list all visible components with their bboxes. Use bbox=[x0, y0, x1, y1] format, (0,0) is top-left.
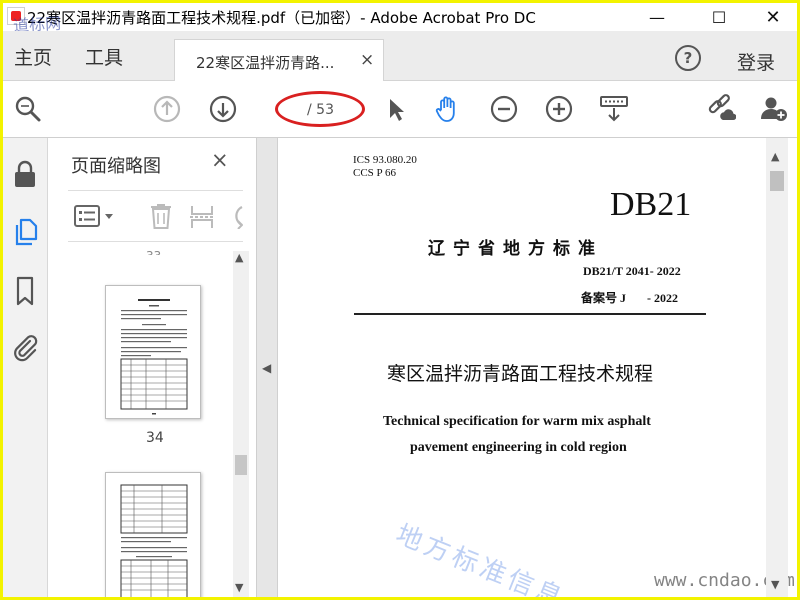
ics-code: ICS 93.080.20 bbox=[353, 154, 417, 166]
thumbnail-page-label: 34 bbox=[146, 430, 164, 446]
thumbnails-scrollbar-thumb[interactable] bbox=[235, 455, 247, 475]
attachment-icon[interactable] bbox=[10, 333, 40, 365]
extract-page-icon[interactable] bbox=[189, 203, 215, 229]
thumbnail-page[interactable] bbox=[105, 285, 201, 419]
thumbnails-panel-title: 页面缩略图 bbox=[71, 156, 161, 177]
thumbnails-toolbar bbox=[68, 190, 243, 242]
lock-icon[interactable] bbox=[10, 158, 40, 190]
document-tab-close-icon[interactable]: × bbox=[360, 50, 374, 70]
document-title-english-line1: Technical specification for warm mix asp… bbox=[383, 414, 651, 429]
hand-icon[interactable] bbox=[433, 94, 463, 124]
share-link-icon[interactable] bbox=[706, 94, 736, 124]
pdf-page: ICS 93.080.20 CCS P 66 DB21 辽宁省地方标准 DB21… bbox=[280, 138, 795, 597]
scroll-down-icon[interactable]: ▼ bbox=[235, 581, 243, 594]
scroll-down-icon[interactable]: ▼ bbox=[771, 578, 779, 591]
minimize-button[interactable]: — bbox=[629, 3, 685, 31]
standard-code: DB21 bbox=[610, 186, 692, 223]
scroll-up-icon[interactable]: ▲ bbox=[235, 251, 243, 264]
thumbnail-page-content bbox=[120, 484, 188, 597]
thumbnails-panel-close-icon[interactable]: × bbox=[211, 148, 229, 172]
highlight-ellipse-annotation bbox=[275, 91, 365, 127]
header-rule bbox=[354, 313, 706, 315]
tab-home[interactable]: 主页 bbox=[14, 43, 52, 70]
scroll-up-icon[interactable]: ▲ bbox=[771, 150, 779, 163]
zoom-out-icon[interactable] bbox=[489, 94, 519, 124]
keyboard-icon[interactable] bbox=[599, 94, 629, 124]
help-icon[interactable]: ? bbox=[675, 45, 701, 71]
title-bar: 22寒区温拌沥青路面工程技术规程.pdf（已加密）- Adobe Acrobat… bbox=[3, 3, 797, 35]
prev-page-icon[interactable] bbox=[152, 94, 182, 124]
delete-page-icon[interactable] bbox=[148, 202, 174, 230]
standard-issuer: 辽宁省地方标准 bbox=[428, 239, 603, 258]
ccs-code: CCS P 66 bbox=[353, 167, 397, 179]
next-page-icon[interactable] bbox=[208, 94, 238, 124]
thumbnail-options-icon[interactable] bbox=[74, 204, 118, 228]
add-user-icon[interactable] bbox=[759, 94, 789, 124]
select-arrow-icon[interactable] bbox=[381, 94, 411, 124]
thumbnail-page[interactable] bbox=[105, 472, 201, 597]
document-scrollbar[interactable]: ▲ ▼ bbox=[766, 138, 788, 597]
rotate-page-icon[interactable] bbox=[228, 203, 243, 229]
acrobat-app-icon bbox=[7, 7, 25, 25]
zoom-in-icon[interactable] bbox=[544, 94, 574, 124]
thumbnail-prev-page-label: 33 bbox=[146, 249, 161, 255]
thumbnails-panel: 页面缩略图 × 34 ▲ ▼ bbox=[48, 138, 257, 597]
panel-collapse-handle[interactable]: ◀ bbox=[257, 138, 278, 597]
collapse-left-icon[interactable]: ◀ bbox=[262, 361, 271, 375]
acrobat-window: 22寒区温拌沥青路面工程技术规程.pdf（已加密）- Adobe Acrobat… bbox=[3, 3, 797, 597]
diagonal-watermark: 地方标准信息 bbox=[391, 519, 570, 597]
standard-number: DB21/T 2041- 2022 bbox=[583, 264, 681, 278]
thumbnails-scrollbar[interactable]: ▲ ▼ bbox=[233, 251, 249, 597]
document-view: ICS 93.080.20 CCS P 66 DB21 辽宁省地方标准 DB21… bbox=[278, 138, 797, 597]
document-title-chinese: 寒区温拌沥青路面工程技术规程 bbox=[387, 364, 654, 385]
maximize-button[interactable]: ☐ bbox=[691, 3, 747, 31]
login-button[interactable]: 登录 bbox=[737, 48, 775, 75]
document-tab-label: 22寒区温拌沥青路... bbox=[196, 54, 335, 72]
main-toolbar: / 53 bbox=[3, 81, 797, 138]
left-nav-rail bbox=[3, 138, 48, 597]
document-tab[interactable]: 22寒区温拌沥青路... × bbox=[174, 39, 384, 81]
window-title: 22寒区温拌沥青路面工程技术规程.pdf（已加密）- Adobe Acrobat… bbox=[27, 9, 536, 27]
document-title-english-line2: pavement engineering in cold region bbox=[410, 440, 627, 455]
thumbnail-page-content bbox=[120, 299, 188, 415]
bookmark-icon[interactable] bbox=[10, 275, 40, 307]
zoom-search-icon[interactable] bbox=[13, 94, 43, 124]
close-window-button[interactable]: ✕ bbox=[745, 3, 797, 31]
record-number: 备案号 J - 2022 bbox=[581, 291, 678, 305]
document-scrollbar-thumb[interactable] bbox=[770, 171, 784, 191]
page-thumbnails-icon[interactable] bbox=[10, 216, 40, 248]
tab-tools[interactable]: 工具 bbox=[85, 43, 123, 70]
tab-row: 主页 工具 22寒区温拌沥青路... × ? 登录 bbox=[3, 31, 797, 81]
